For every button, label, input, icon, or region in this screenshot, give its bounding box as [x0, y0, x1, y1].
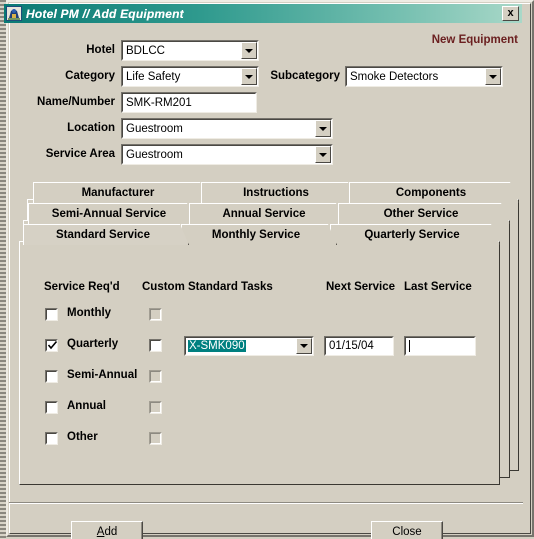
- tab-components[interactable]: Components: [349, 182, 519, 203]
- tab-manufacturer[interactable]: Manufacturer: [33, 182, 209, 203]
- new-equipment-label: New Equipment: [431, 34, 518, 46]
- chevron-down-icon: [245, 48, 253, 53]
- column-header-last-service: Last Service: [404, 281, 472, 293]
- tab-label: Quarterly Service: [364, 229, 460, 241]
- close-button[interactable]: Close: [371, 521, 443, 539]
- last-service-input-quarterly[interactable]: [404, 336, 476, 356]
- add-equipment-window: Hotel PM // Add Equipment x New Equipmen…: [0, 0, 534, 539]
- subcategory-label: Subcategory: [270, 70, 340, 82]
- category-label: Category: [65, 70, 115, 82]
- next-service-input-quarterly[interactable]: 01/15/04: [324, 336, 394, 356]
- subcategory-value: Smoke Detectors: [350, 70, 439, 83]
- hotel-value: BDLCC: [126, 44, 165, 57]
- service-reqd-checkbox-quarterly[interactable]: [45, 339, 58, 352]
- service-area-dropdown-button[interactable]: [315, 146, 331, 163]
- category-combobox[interactable]: Life Safety: [121, 66, 259, 87]
- column-header-next-service: Next Service: [326, 281, 396, 293]
- standard-task-combobox-quarterly[interactable]: X-SMK090: [184, 336, 314, 356]
- text-caret: [409, 340, 410, 352]
- row-label-quarterly: Quarterly: [67, 338, 119, 350]
- next-service-value-quarterly: 01/15/04: [329, 340, 374, 352]
- tab-instructions[interactable]: Instructions: [201, 182, 357, 203]
- subcategory-combobox[interactable]: Smoke Detectors: [345, 66, 503, 87]
- custom-checkbox-monthly[interactable]: [149, 308, 162, 321]
- name-number-value: SMK-RM201: [126, 96, 192, 109]
- row-label-other: Other: [67, 431, 98, 443]
- custom-checkbox-other[interactable]: [149, 432, 162, 445]
- service-area-combobox[interactable]: Guestroom: [121, 144, 333, 165]
- service-area-label: Service Area: [45, 148, 115, 160]
- tab-label: Monthly Service: [211, 229, 301, 241]
- client-area: New Equipment Hotel BDLCC Category Life …: [9, 26, 530, 539]
- tab-label: Semi-Annual Service: [51, 208, 167, 220]
- service-reqd-checkbox-monthly[interactable]: [45, 308, 58, 321]
- chevron-down-icon: [245, 74, 253, 79]
- chevron-down-icon: [300, 344, 308, 348]
- chevron-down-icon: [489, 74, 497, 79]
- hotel-dropdown-button[interactable]: [241, 42, 257, 59]
- location-label: Location: [67, 122, 115, 134]
- window-title: Hotel PM // Add Equipment: [26, 6, 184, 21]
- add-button[interactable]: Add: [71, 521, 143, 539]
- title-bar[interactable]: Hotel PM // Add Equipment x: [4, 4, 522, 23]
- row-label-monthly: Monthly: [67, 307, 112, 319]
- tab-label: Other Service: [383, 208, 459, 220]
- row-label-semi-annual: Semi-Annual: [67, 369, 138, 381]
- tab-label: Annual Service: [222, 208, 306, 220]
- category-value: Life Safety: [126, 70, 181, 83]
- tab-annual-service[interactable]: Annual Service: [189, 203, 345, 224]
- name-number-input[interactable]: SMK-RM201: [121, 92, 257, 113]
- application-icon: [6, 6, 22, 21]
- footer-divider: [9, 502, 523, 504]
- tab-label: Instructions: [243, 187, 309, 199]
- standard-service-panel-content: Service Req'd Custom Standard Tasks Next…: [19, 241, 500, 485]
- tab-label: Components: [395, 187, 467, 199]
- close-button-label: Close: [392, 525, 422, 538]
- standard-task-dropdown-button[interactable]: [296, 338, 312, 354]
- location-value: Guestroom: [126, 122, 183, 135]
- custom-checkbox-quarterly[interactable]: [149, 339, 162, 352]
- service-reqd-checkbox-other[interactable]: [45, 432, 58, 445]
- location-combobox[interactable]: Guestroom: [121, 118, 333, 139]
- subcategory-dropdown-button[interactable]: [485, 68, 501, 85]
- checkmark-icon: [47, 340, 58, 350]
- add-button-label: dd: [104, 525, 118, 538]
- custom-checkbox-semi-annual[interactable]: [149, 370, 162, 383]
- hotel-combobox[interactable]: BDLCC: [121, 40, 259, 61]
- column-header-service-reqd: Service Req'd: [44, 281, 120, 293]
- close-icon[interactable]: x: [502, 6, 519, 21]
- hotel-label: Hotel: [86, 44, 115, 56]
- custom-checkbox-annual[interactable]: [149, 401, 162, 414]
- tab-semi-annual-service[interactable]: Semi-Annual Service: [28, 203, 196, 224]
- tab-label: Standard Service: [56, 229, 150, 241]
- name-number-label: Name/Number: [37, 96, 115, 108]
- location-dropdown-button[interactable]: [315, 120, 331, 137]
- service-reqd-checkbox-annual[interactable]: [45, 401, 58, 414]
- standard-task-value-quarterly: X-SMK090: [188, 340, 246, 352]
- service-area-value: Guestroom: [126, 148, 183, 161]
- service-reqd-checkbox-semi-annual[interactable]: [45, 370, 58, 383]
- column-header-custom-standard-tasks: Custom Standard Tasks: [142, 281, 273, 293]
- tab-other-service[interactable]: Other Service: [338, 203, 510, 224]
- chevron-down-icon: [319, 152, 327, 157]
- chevron-down-icon: [319, 126, 327, 131]
- row-label-annual: Annual: [67, 400, 106, 412]
- tab-label: Manufacturer: [81, 187, 155, 199]
